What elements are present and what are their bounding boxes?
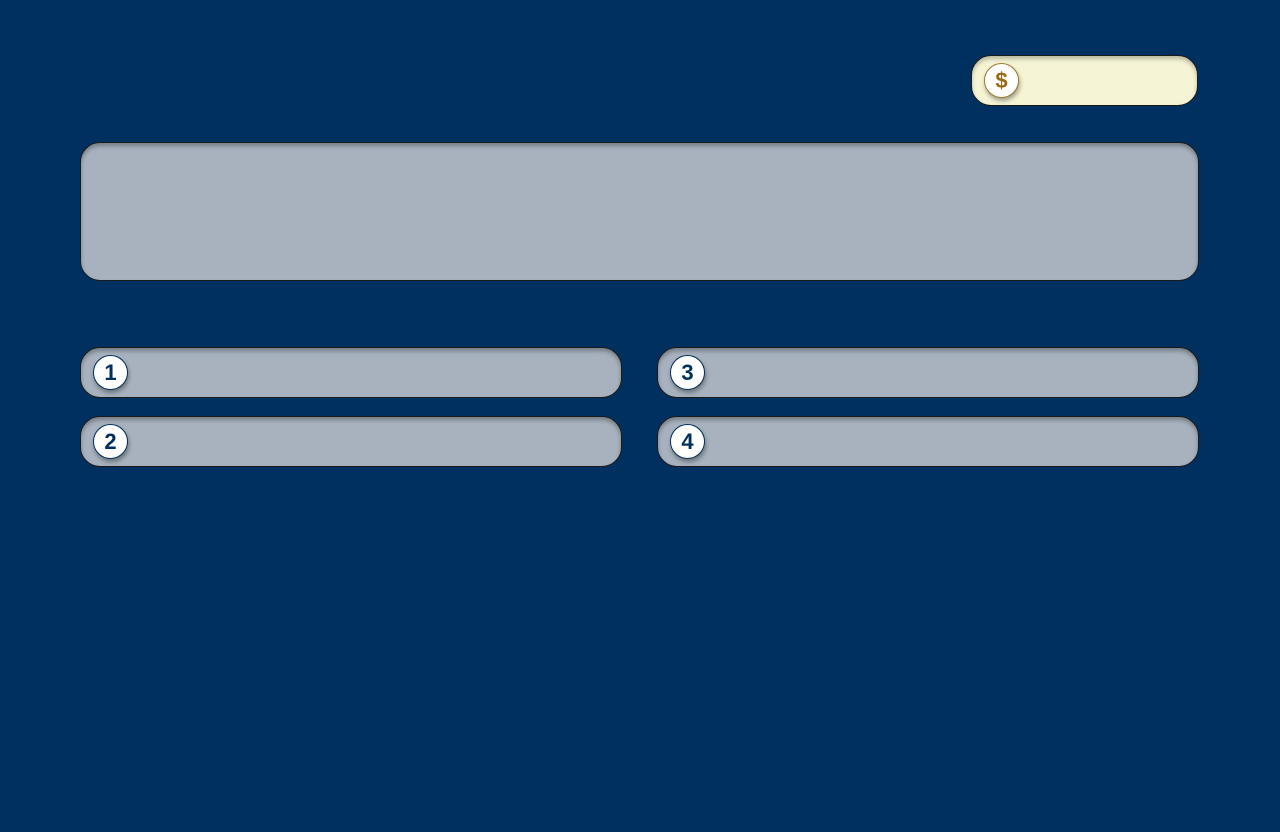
answer-number-badge: 4 (670, 424, 705, 459)
dollar-coin-icon: $ (984, 63, 1019, 98)
game-screen: $ 1 2 3 4 (0, 0, 1280, 832)
answer-option-1[interactable]: 1 (80, 347, 622, 398)
answer-option-3[interactable]: 3 (657, 347, 1199, 398)
answer-number-badge: 1 (93, 355, 128, 390)
answer-number-badge: 3 (670, 355, 705, 390)
question-panel (80, 142, 1199, 281)
answer-number-badge: 2 (93, 424, 128, 459)
score-display: $ (971, 55, 1198, 106)
answer-option-2[interactable]: 2 (80, 416, 622, 467)
answer-option-4[interactable]: 4 (657, 416, 1199, 467)
